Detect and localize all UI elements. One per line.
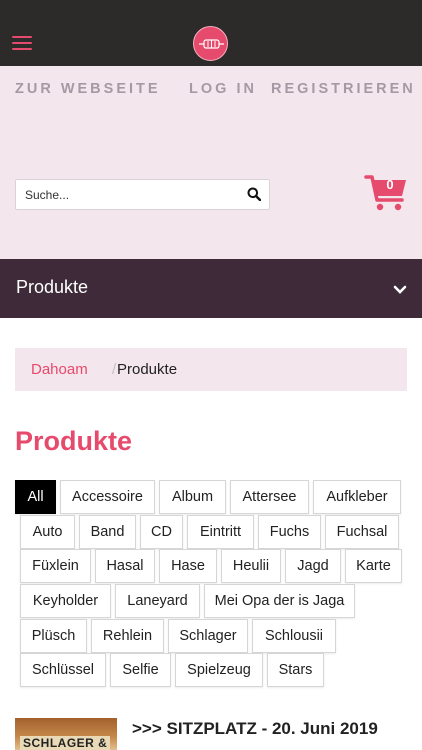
tag-filter-button[interactable]: Schlousii: [252, 619, 336, 653]
product-thumbnail-text: SCHLAGER &: [20, 736, 111, 750]
tag-filter-button[interactable]: Hase: [159, 549, 217, 583]
tag-filter-button[interactable]: Keyholder: [20, 584, 111, 618]
tag-filter-button[interactable]: Rehlein: [91, 619, 164, 653]
top-bar: [0, 0, 422, 66]
nav-link-login[interactable]: LOG IN: [189, 81, 257, 97]
tag-filter-button[interactable]: Schlüssel: [20, 653, 106, 687]
nav-link-register[interactable]: REGISTRIEREN: [271, 81, 416, 97]
search-icon[interactable]: [247, 187, 262, 206]
tag-filter-button[interactable]: Auto: [20, 515, 75, 549]
tag-filter-button[interactable]: Stars: [267, 653, 324, 687]
tag-filter-button[interactable]: Schlager: [168, 619, 248, 653]
search-input[interactable]: [16, 180, 241, 209]
hamburger-icon[interactable]: [12, 36, 32, 50]
tag-filter-button[interactable]: Eintritt: [187, 515, 254, 549]
tag-filter-button[interactable]: Album: [159, 480, 226, 514]
tag-filter-button[interactable]: Band: [79, 515, 136, 549]
tag-filter-button[interactable]: Heulii: [221, 549, 281, 583]
product-item[interactable]: SCHLAGER & >>> SITZPLATZ - 20. Juni 2019: [15, 718, 407, 750]
page-title: Produkte: [15, 426, 133, 456]
tag-filter-button[interactable]: Spielzeug: [175, 653, 263, 687]
tag-filter-button[interactable]: Aufkleber: [313, 480, 401, 514]
tag-filter-button[interactable]: Fuchsal: [325, 515, 399, 549]
tag-filter-button[interactable]: Selfie: [110, 653, 171, 687]
band-logo-icon[interactable]: [193, 26, 228, 61]
tag-filter-button[interactable]: Jagd: [285, 549, 341, 583]
tag-filter-button[interactable]: Hasal: [95, 549, 155, 583]
cart-count-badge: 0: [386, 177, 394, 192]
tag-filter-button[interactable]: All: [15, 480, 56, 514]
product-thumbnail[interactable]: SCHLAGER &: [15, 718, 117, 750]
product-title-link[interactable]: >>> SITZPLATZ - 20. Juni 2019: [132, 719, 378, 739]
tag-filter-button[interactable]: Füxlein: [20, 549, 91, 583]
shopping-cart-icon[interactable]: 0: [364, 174, 408, 212]
breadcrumb-current: Produkte: [117, 361, 178, 378]
tag-filter-button[interactable]: Attersee: [230, 480, 309, 514]
breadcrumb: Dahoam / Produkte: [15, 348, 407, 391]
tag-filter-button[interactable]: CD: [140, 515, 183, 549]
breadcrumb-home-link[interactable]: Dahoam: [31, 361, 88, 378]
breadcrumb-separator: /: [112, 361, 117, 378]
nav-link-website[interactable]: ZUR WEBSEITE: [15, 81, 161, 97]
tag-filter-button[interactable]: Karte: [345, 549, 402, 583]
tag-filter-button[interactable]: Accessoire: [60, 480, 155, 514]
tag-filter-button[interactable]: Laneyard: [115, 584, 200, 618]
category-dropdown[interactable]: Produkte: [0, 259, 422, 318]
tag-filter-button[interactable]: Mei Opa der is Jaga: [204, 584, 355, 618]
tag-filter-button[interactable]: Plüsch: [20, 619, 87, 653]
chevron-down-icon: [393, 282, 407, 300]
search-box: [15, 179, 270, 210]
tag-filter-button[interactable]: Fuchs: [258, 515, 321, 549]
category-dropdown-label: Produkte: [16, 277, 89, 297]
